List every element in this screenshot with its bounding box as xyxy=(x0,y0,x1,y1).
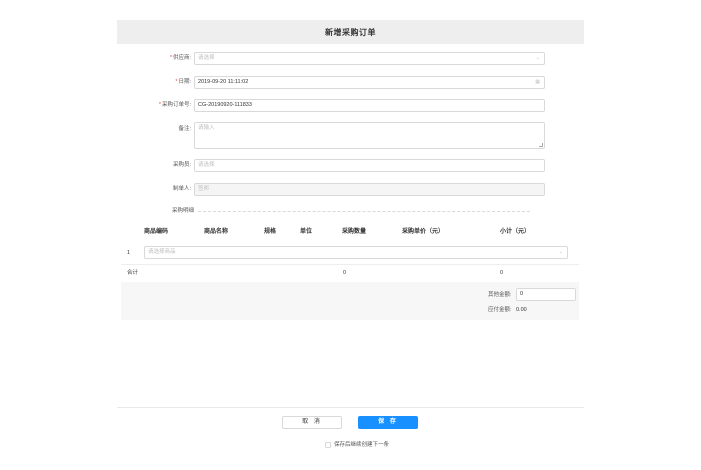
remark-textarea[interactable]: 请输入 xyxy=(194,122,545,149)
date-label: *日期: xyxy=(175,79,191,85)
buyer-select[interactable]: 请选择 xyxy=(194,159,545,172)
product-select[interactable]: 请选择商品 ⌄ xyxy=(144,246,568,259)
summary-panel xyxy=(121,282,579,320)
col-header-spec: 规格 xyxy=(264,229,277,235)
required-mark: * xyxy=(169,55,172,61)
col-header-name: 商品名称 xyxy=(204,229,229,235)
buyer-label: 采购员: xyxy=(172,162,191,168)
continue-create-label: 保存后继续创建下一条 xyxy=(334,442,390,448)
col-header-qty: 采购数量 xyxy=(342,229,367,235)
row-divider xyxy=(121,264,579,265)
total-label: 合计 xyxy=(127,270,139,276)
date-picker[interactable]: 2019-09-20 11:11:02 ▦ xyxy=(194,76,545,89)
col-header-price: 采购单价（元） xyxy=(402,229,445,235)
required-mark: * xyxy=(158,102,161,108)
save-button[interactable]: 保 存 xyxy=(358,416,418,429)
chevron-down-icon: ⌄ xyxy=(558,249,563,255)
section-divider xyxy=(198,211,530,212)
col-header-code: 商品编码 xyxy=(144,229,169,235)
col-header-unit: 单位 xyxy=(300,229,313,235)
cancel-button[interactable]: 取 消 xyxy=(282,416,342,429)
payable-amount-label: 应付金额: xyxy=(488,307,512,313)
creator-label: 制单人: xyxy=(172,186,191,192)
chevron-down-icon: ⌄ xyxy=(535,55,540,61)
creator-input: 签邦 xyxy=(194,183,545,196)
supplier-select[interactable]: 请选择 ⌄ xyxy=(194,52,545,65)
continue-create-checkbox[interactable] xyxy=(325,442,331,448)
order-no-label: *采购订单号: xyxy=(158,102,191,108)
page-title: 新增采购订单 xyxy=(325,27,376,37)
order-no-input[interactable]: CG-20190920-111833 xyxy=(194,99,545,112)
resize-handle-icon[interactable] xyxy=(539,143,543,147)
other-amount-input[interactable]: 0 xyxy=(516,288,576,301)
col-header-subtotal: 小计（元） xyxy=(500,229,531,235)
total-qty: 0 xyxy=(343,270,347,276)
supplier-label: *供应商: xyxy=(169,55,191,61)
page-header: 新增采购订单 xyxy=(117,20,584,44)
footer-divider xyxy=(117,407,584,408)
calendar-icon: ▦ xyxy=(535,79,540,85)
total-subtotal: 0 xyxy=(500,270,504,276)
detail-section-title: 采购明细 xyxy=(172,208,195,214)
remark-label: 备注: xyxy=(178,126,191,132)
row-index: 1 xyxy=(127,250,131,256)
payable-amount-value: 0.00 xyxy=(516,307,527,313)
other-amount-label: 其他金额: xyxy=(488,292,512,298)
